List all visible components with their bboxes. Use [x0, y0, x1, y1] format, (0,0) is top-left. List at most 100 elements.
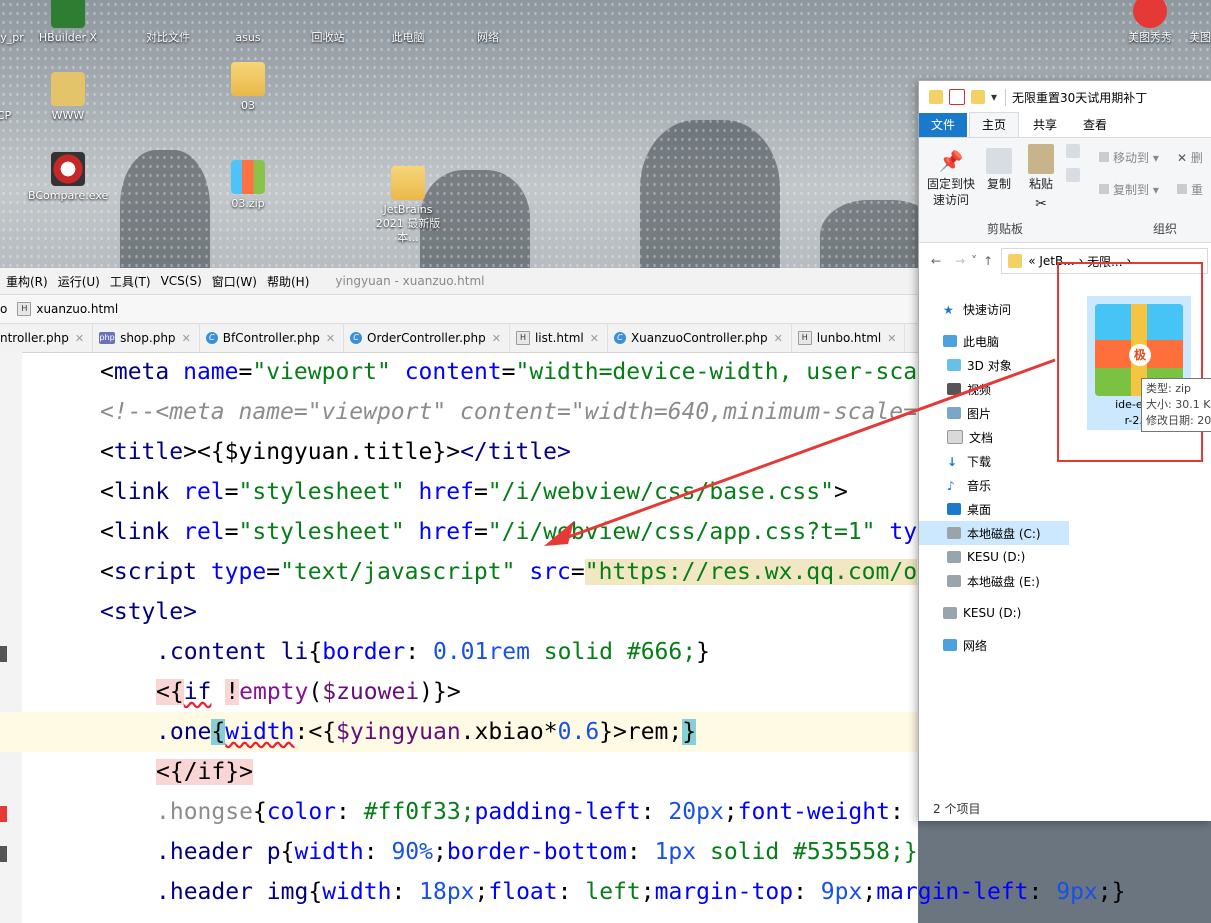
copy-path-icon: [1066, 144, 1080, 158]
folder-shortcut-icon: [51, 72, 85, 106]
code-line: .header p{width: 90%;border-bottom: 1px …: [156, 839, 918, 865]
copy-button[interactable]: 复制: [981, 148, 1017, 192]
close-icon[interactable]: ✕: [590, 332, 599, 345]
nav-this-pc[interactable]: 此电脑: [919, 329, 1069, 353]
tab-view[interactable]: 查看: [1071, 113, 1119, 137]
tab-list-html[interactable]: Hlist.html ✕: [510, 324, 608, 352]
cut-icon[interactable]: ✂: [1023, 196, 1059, 212]
ide-window-title: yingyuan - xuanzuo.html: [335, 274, 485, 288]
bcompare-icon: [51, 152, 85, 186]
folder-icon: [231, 62, 265, 96]
back-arrow-icon[interactable]: ←: [931, 254, 941, 268]
ribbon: 📌 固定到快速访问 复制 粘贴 ✂ 移动到 ▾ ✕ 删 复制到 ▾ 重 剪贴板 组织: [919, 138, 1211, 243]
drive-icon: [943, 607, 957, 619]
new-folder-icon[interactable]: [971, 90, 985, 104]
computer-icon: [943, 335, 957, 347]
tab-ordercontroller[interactable]: C OrderController.php ✕: [344, 324, 510, 352]
ide-menubar: 重构(R) 运行(U) 工具(T) VCS(S) 窗口(W) 帮助(H) yin…: [0, 268, 918, 295]
menu-tools[interactable]: 工具(T): [110, 273, 151, 290]
breadcrumb-prefix[interactable]: o: [0, 302, 7, 316]
code-editor[interactable]: <meta name="viewport" content="width=dev…: [0, 352, 1125, 923]
desktop-icon-compare-file[interactable]: 对比文件: [128, 0, 208, 45]
tab-label: BfController.php: [222, 331, 320, 345]
desktop-icon-meitu2[interactable]: 美图: [1170, 0, 1211, 45]
nav-local-disk-c[interactable]: 本地磁盘 (C:): [919, 521, 1069, 545]
chevron-down-icon[interactable]: ˅: [971, 254, 977, 268]
rename-button[interactable]: 重: [1177, 182, 1211, 198]
delete-button[interactable]: ✕ 删: [1177, 150, 1211, 166]
document-icon: [947, 430, 963, 444]
close-icon[interactable]: ✕: [492, 332, 501, 345]
address-overflow[interactable]: «: [1028, 254, 1035, 268]
copy-path-button[interactable]: [1065, 144, 1081, 184]
tab-shop-php[interactable]: php shop.php ✕: [93, 324, 200, 352]
nav-desktop[interactable]: 桌面: [919, 497, 1069, 521]
copy-to-button[interactable]: 复制到 ▾: [1099, 182, 1169, 198]
forward-arrow-icon[interactable]: →: [955, 254, 965, 268]
desktop-icon-network[interactable]: 网络: [448, 0, 528, 45]
nav-3d-objects[interactable]: 3D 对象: [919, 353, 1069, 377]
breadcrumb-file[interactable]: xuanzuo.html: [36, 302, 118, 316]
desktop-icon-this-pc[interactable]: 此电脑: [368, 0, 448, 45]
tab-file[interactable]: 文件: [919, 113, 968, 137]
pin-quick-access-button[interactable]: 📌 固定到快速访问: [925, 148, 977, 208]
tab-home[interactable]: 主页: [969, 112, 1020, 137]
close-icon[interactable]: ✕: [75, 332, 84, 345]
delete-icon: ✕: [1177, 151, 1188, 165]
nav-music[interactable]: ♪ 音乐: [919, 473, 1069, 497]
tab-controller[interactable]: ntroller.php ✕: [0, 324, 94, 352]
chevron-down-icon[interactable]: ▾: [991, 90, 997, 104]
menu-help[interactable]: 帮助(H): [267, 273, 309, 290]
tab-label: list.html: [534, 331, 584, 345]
hbuilder-icon: [51, 0, 85, 28]
nav-kesu-d[interactable]: KESU (D:): [919, 545, 1069, 569]
code-line: <link rel="stylesheet" href="/i/webview/…: [100, 519, 918, 545]
nav-local-disk-e[interactable]: 本地磁盘 (E:): [919, 569, 1069, 593]
menu-window[interactable]: 窗口(W): [212, 273, 257, 290]
video-icon: [947, 383, 961, 395]
nav-kesu-d-root[interactable]: KESU (D:): [919, 601, 1069, 625]
desktop-icon-jetbrains-folder[interactable]: JetBrains 2021 最新版本...: [368, 166, 448, 245]
desktop-icon-03-folder[interactable]: 03: [208, 62, 288, 113]
nav-quick-access[interactable]: ★ 快速访问: [919, 297, 1069, 321]
tab-bfcontroller[interactable]: C BfController.php ✕: [200, 324, 345, 352]
nav-pictures[interactable]: 图片: [919, 401, 1069, 425]
desktop-icon-bcompare[interactable]: BCompare.exe: [28, 152, 108, 203]
close-icon[interactable]: ✕: [774, 332, 783, 345]
properties-icon[interactable]: [949, 89, 965, 105]
tab-label: shop.php: [120, 331, 176, 345]
nav-network[interactable]: 网络: [919, 633, 1069, 657]
close-icon[interactable]: ✕: [182, 332, 191, 345]
class-file-icon: C: [350, 332, 363, 344]
drive-icon: [947, 527, 961, 539]
tooltip-size: 大小: 30.1 K: [1146, 398, 1211, 411]
desktop-icon-recycle-bin[interactable]: 回收站: [288, 0, 368, 45]
up-arrow-icon[interactable]: ↑: [983, 254, 993, 268]
desktop-icon-ypr[interactable]: y_pr: [0, 0, 52, 45]
group-label-organize: 组织: [1153, 222, 1178, 236]
meitu-icon: [1133, 0, 1167, 28]
code-line-current: .one{width:<{$yingyuan.xbiao*0.6}>rem;}: [0, 712, 918, 752]
folder-icon: [1008, 254, 1023, 268]
nav-documents[interactable]: 文档: [919, 425, 1069, 449]
menu-run[interactable]: 运行(U): [58, 273, 100, 290]
tab-lunbo-html[interactable]: Hlunbo.html ✕: [792, 324, 906, 352]
desktop-icon-03-zip[interactable]: 03.zip: [208, 160, 288, 211]
ide-window: 重构(R) 运行(U) 工具(T) VCS(S) 窗口(W) 帮助(H) yin…: [0, 268, 1125, 923]
paste-button[interactable]: 粘贴 ✂: [1023, 144, 1059, 212]
tab-xuanzuocontroller[interactable]: C XuanzuoController.php ✕: [608, 324, 792, 352]
code-line: .hongse{color: #ff0f33;padding-left: 20p…: [156, 799, 959, 825]
nav-videos[interactable]: 视频: [919, 377, 1069, 401]
menu-vcs[interactable]: VCS(S): [161, 274, 202, 288]
close-icon[interactable]: ✕: [326, 332, 335, 345]
nav-downloads[interactable]: ↓ 下载: [919, 449, 1069, 473]
drive-icon: [947, 551, 961, 563]
desktop-icon-asus[interactable]: asus: [208, 0, 288, 45]
desktop-icon-cp[interactable]: CP: [0, 72, 44, 123]
close-icon[interactable]: ✕: [887, 332, 896, 345]
menu-refactor[interactable]: 重构(R): [6, 273, 48, 290]
move-to-button[interactable]: 移动到 ▾: [1099, 150, 1169, 166]
clipboard-icon: [1028, 144, 1054, 174]
star-icon: ★: [943, 303, 954, 317]
tab-share[interactable]: 共享: [1021, 113, 1069, 137]
